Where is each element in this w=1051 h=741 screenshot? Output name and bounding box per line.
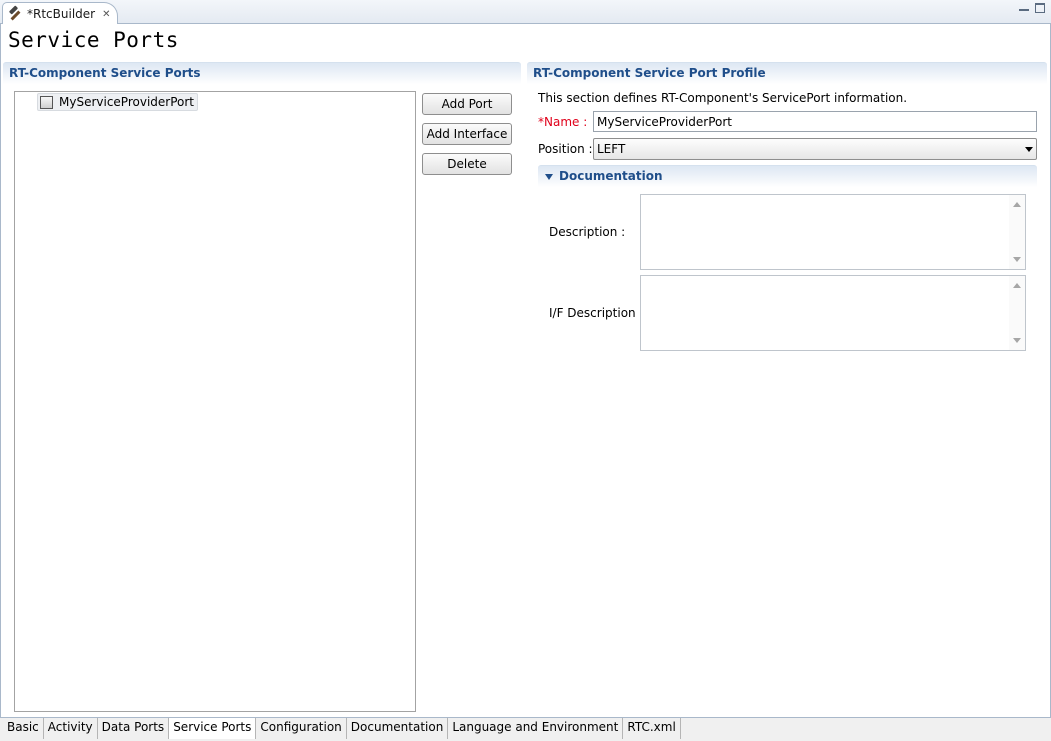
tab-rtc-xml[interactable]: RTC.xml: [623, 718, 681, 739]
name-field[interactable]: [593, 111, 1037, 132]
editor-tab-bar: *RtcBuilder ✕: [0, 0, 1051, 25]
tab-service-ports[interactable]: Service Ports: [169, 718, 257, 739]
expand-toggle-icon[interactable]: [545, 174, 553, 180]
chevron-down-icon[interactable]: [1025, 147, 1033, 152]
page-title: Service Ports: [8, 28, 179, 52]
scroll-up-icon[interactable]: [1013, 202, 1021, 207]
maximize-icon[interactable]: [1035, 3, 1045, 13]
vertical-scrollbar[interactable]: [1009, 276, 1025, 350]
name-label: *Name :: [538, 115, 588, 129]
scroll-down-icon[interactable]: [1013, 338, 1021, 343]
service-port-icon: [40, 95, 53, 109]
tab-basic[interactable]: Basic: [3, 718, 44, 739]
tab-configuration[interactable]: Configuration: [256, 718, 347, 739]
tab-documentation[interactable]: Documentation: [346, 718, 449, 739]
position-select[interactable]: LEFT: [593, 138, 1037, 160]
add-port-button[interactable]: Add Port: [422, 93, 512, 115]
if-description-textarea[interactable]: [640, 275, 1026, 351]
service-port-profile-section-header: RT-Component Service Port Profile: [527, 62, 1047, 84]
editor-tab-title: *RtcBuilder: [27, 7, 96, 21]
description-textarea[interactable]: [640, 194, 1026, 270]
position-label: Position :: [538, 142, 593, 156]
tree-item-service-port[interactable]: MyServiceProviderPort: [37, 93, 198, 111]
hammer-icon: [8, 7, 22, 21]
minimize-icon[interactable]: [1019, 5, 1029, 11]
add-interface-button[interactable]: Add Interface: [422, 123, 512, 145]
window-controls: [1019, 3, 1045, 13]
close-icon[interactable]: ✕: [102, 9, 110, 20]
documentation-title: Documentation: [559, 169, 663, 183]
page-tab-bar: Basic Activity Data Ports Service Ports …: [0, 717, 1051, 741]
service-port-tree[interactable]: MyServiceProviderPort: [14, 91, 416, 712]
position-select-value: LEFT: [597, 142, 626, 156]
documentation-section-header[interactable]: Documentation: [538, 165, 1037, 187]
tab-activity[interactable]: Activity: [43, 718, 98, 739]
description-label: Description :: [549, 225, 626, 239]
tree-item-label: MyServiceProviderPort: [59, 95, 194, 109]
scroll-down-icon[interactable]: [1013, 257, 1021, 262]
tab-data-ports[interactable]: Data Ports: [97, 718, 170, 739]
tab-language-and-environment[interactable]: Language and Environment: [448, 718, 624, 739]
section-description: This section defines RT-Component's Serv…: [538, 91, 908, 105]
scroll-up-icon[interactable]: [1013, 283, 1021, 288]
vertical-scrollbar[interactable]: [1009, 195, 1025, 269]
service-ports-section-header: RT-Component Service Ports: [3, 62, 521, 84]
if-description-label: I/F Description :: [549, 306, 644, 320]
editor-tab-rtcbuilder[interactable]: *RtcBuilder ✕: [2, 2, 118, 25]
delete-button[interactable]: Delete: [422, 153, 512, 175]
